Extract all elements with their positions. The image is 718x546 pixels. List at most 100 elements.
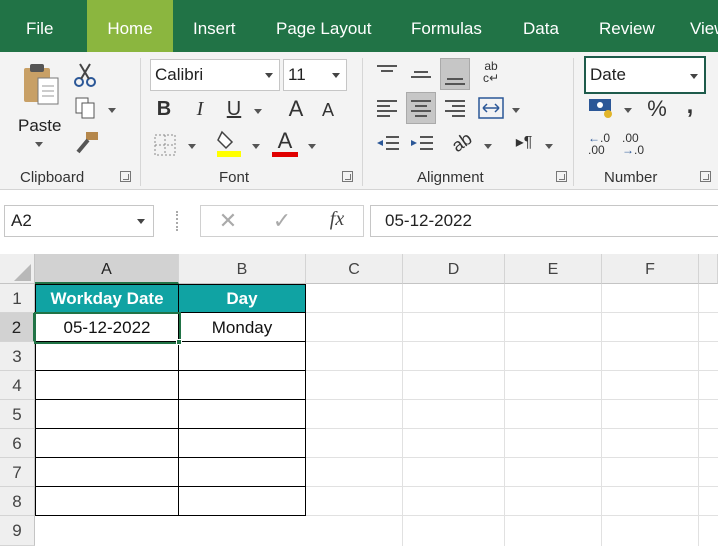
font-color-dropdown-icon[interactable] [308,144,316,149]
tab-formulas[interactable]: Formulas [411,0,482,52]
paste-button[interactable]: Paste [14,60,64,152]
tab-file[interactable]: File [26,0,53,52]
column-header-d[interactable]: D [403,254,505,284]
fill-color-icon[interactable] [216,128,242,158]
row-header-9[interactable]: 9 [0,516,35,546]
column-header-a[interactable]: A [35,254,179,284]
select-all-corner[interactable] [0,254,35,284]
copy-dropdown-icon[interactable] [108,108,116,113]
decrease-indent-icon[interactable] [376,134,400,156]
row-header-3[interactable]: 3 [0,342,35,371]
row-header-4[interactable]: 4 [0,371,35,400]
name-box[interactable]: A2 [4,205,154,237]
decrease-decimal-bottom: .0 [634,143,645,157]
cell-b2[interactable]: Monday [179,313,306,342]
row-header-2[interactable]: 2 [0,313,35,342]
column-header-f[interactable]: F [602,254,699,284]
middle-align-icon[interactable] [410,66,432,82]
decrease-font-size-icon[interactable]: A [318,100,338,121]
row-header-8[interactable]: 8 [0,487,35,516]
column-header-e[interactable]: E [505,254,602,284]
font-color-icon[interactable]: A [272,128,298,158]
fill-color-dropdown-icon[interactable] [252,144,260,149]
text-direction-dropdown-icon[interactable] [545,144,553,149]
format-painter-icon[interactable] [74,130,100,154]
tab-review[interactable]: Review [599,0,655,52]
italic-icon[interactable]: I [188,98,212,121]
increase-indent-icon[interactable] [410,134,434,156]
cell-b1[interactable]: Day [179,285,306,313]
number-launcher-icon[interactable] [700,171,711,182]
merge-dropdown-icon[interactable] [512,108,520,113]
cancel-icon[interactable]: ✕ [215,208,241,234]
accounting-dropdown-icon[interactable] [624,108,632,113]
increase-font-size-icon[interactable]: A [284,96,308,122]
copy-icon[interactable] [74,96,98,120]
cell-a7[interactable] [36,458,179,487]
decrease-decimal-button[interactable]: .00 →.0 [622,132,650,158]
cell-b6[interactable] [179,429,306,458]
gridline [306,370,718,371]
underline-icon[interactable]: U [222,98,246,121]
align-center-button[interactable] [406,92,436,124]
cut-icon[interactable] [72,62,98,88]
font-name-combo[interactable]: Calibri [150,59,280,91]
cell-a3[interactable] [36,342,179,371]
cell-a6[interactable] [36,429,179,458]
increase-decimal-button[interactable]: ←.0 .00 [588,132,616,158]
tab-insert[interactable]: Insert [193,0,236,52]
formula-buttons: ✕ ✓ fx [200,205,364,237]
align-left-icon[interactable] [376,98,398,120]
percent-style-icon[interactable]: % [644,96,670,122]
gridline [402,284,403,546]
merge-center-icon[interactable] [478,96,504,120]
row-header-5[interactable]: 5 [0,400,35,429]
cell-b7[interactable] [179,458,306,487]
formula-bar-input[interactable]: 05-12-2022 [370,205,718,237]
cell-b8[interactable] [179,487,306,516]
cell-b4[interactable] [179,371,306,400]
cell-a5[interactable] [36,400,179,429]
number-format-value: Date [590,65,626,84]
column-header-c[interactable]: C [306,254,403,284]
font-size-combo[interactable]: 11 [283,59,347,91]
number-format-combo[interactable]: Date [584,56,706,94]
chevron-down-icon [137,219,145,224]
row-header-6[interactable]: 6 [0,429,35,458]
cell-b3[interactable] [179,342,306,371]
align-right-icon[interactable] [444,98,466,120]
alignment-launcher-icon[interactable] [556,171,567,182]
insert-function-icon[interactable]: fx [323,208,351,231]
tab-page-layout[interactable]: Page Layout [276,0,371,52]
column-header-g[interactable] [699,254,718,284]
cell-a4[interactable] [36,371,179,400]
underline-dropdown-icon[interactable] [254,109,262,114]
top-align-icon[interactable] [376,64,398,80]
borders-icon[interactable] [154,134,176,156]
bold-icon[interactable]: B [152,98,176,121]
text-direction-icon[interactable]: ▸¶ [512,132,536,152]
row-header-7[interactable]: 7 [0,458,35,487]
separator [573,58,574,186]
orientation-icon[interactable]: ab [446,127,478,158]
wrap-text-icon[interactable]: ab c↵ [480,60,502,90]
comma-style-icon[interactable]: , [682,92,698,120]
bottom-align-button[interactable] [440,58,470,90]
enter-icon[interactable]: ✓ [269,208,295,234]
tab-home[interactable]: Home [87,0,173,52]
tab-view[interactable]: View [690,0,718,52]
cell-a1[interactable]: Workday Date [36,285,179,313]
accounting-format-icon[interactable] [588,96,616,120]
borders-dropdown-icon[interactable] [188,144,196,149]
clipboard-launcher-icon[interactable] [120,171,131,182]
cell-a8[interactable] [36,487,179,516]
column-header-b[interactable]: B [179,254,306,284]
cell-b5[interactable] [179,400,306,429]
chevron-down-icon [332,73,340,78]
paste-dropdown-icon[interactable] [35,142,43,147]
row-header-1[interactable]: 1 [0,284,35,313]
font-launcher-icon[interactable] [342,171,353,182]
orientation-dropdown-icon[interactable] [484,144,492,149]
tab-data[interactable]: Data [523,0,559,52]
fill-handle[interactable] [176,339,182,345]
